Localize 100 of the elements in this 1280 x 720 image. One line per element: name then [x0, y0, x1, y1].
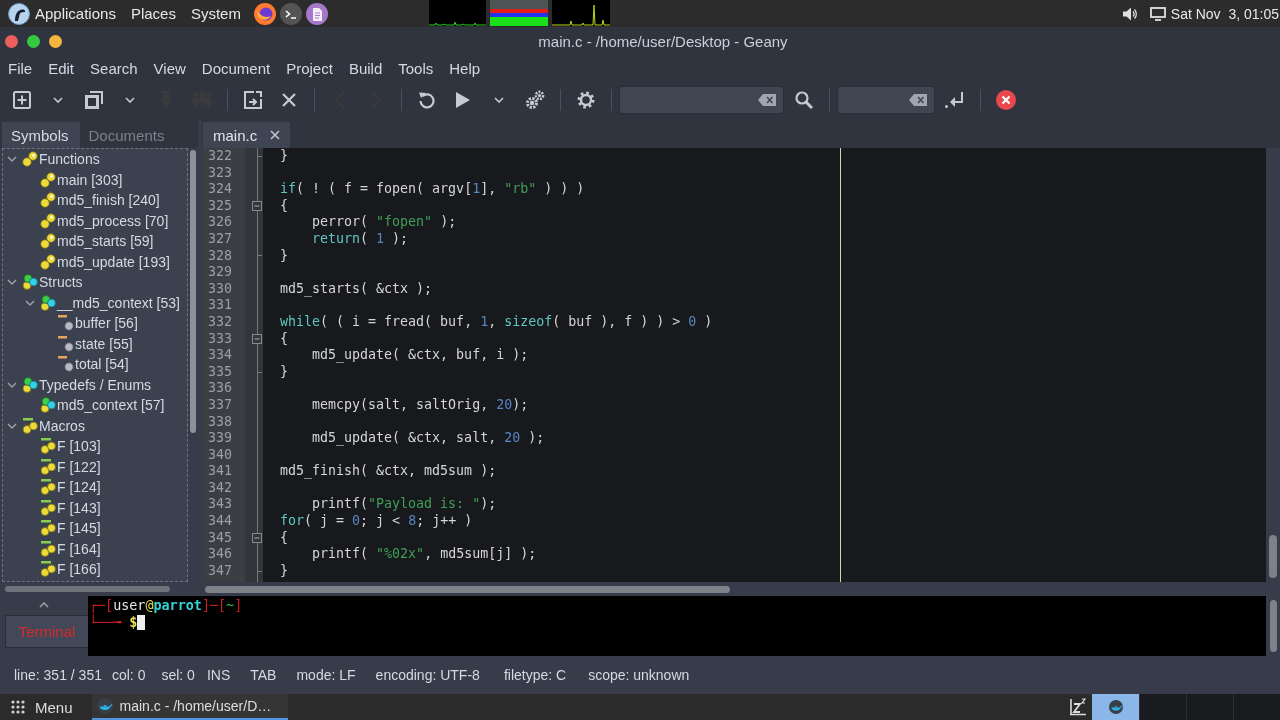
plus-square-icon[interactable]	[13, 91, 31, 109]
volume-icon[interactable]	[1122, 6, 1138, 21]
status-text: mode: LF	[296, 667, 356, 683]
macro-symbol-icon	[40, 520, 56, 537]
chevron-down-icon[interactable]	[25, 299, 35, 306]
tree-item[interactable]: state [55]	[58, 335, 133, 352]
caret-icon[interactable]	[494, 97, 504, 103]
terminal-panel[interactable]: ┌─[user@parrot]─[~] └──╼ $	[88, 596, 1266, 656]
bird-logo-icon[interactable]	[8, 2, 30, 25]
tree-item[interactable]: Functions	[22, 151, 100, 168]
code-line: while( ( i = fread( buf, 1, sizeof( buf ), f ) ) > 0 )	[280, 313, 713, 331]
terminal-icon[interactable]	[279, 2, 302, 25]
globe-icon[interactable]	[253, 2, 276, 25]
tree-item[interactable]: F [124]	[40, 479, 101, 496]
symbol-tree[interactable]	[2, 148, 188, 582]
tree-item[interactable]: F [103]	[40, 438, 101, 455]
lamp-icon	[1109, 700, 1123, 714]
panel-menu[interactable]: System	[190, 5, 241, 22]
tree-item[interactable]: Typedefs / Enums	[22, 376, 152, 393]
tree-item[interactable]: md5_starts [59]	[40, 233, 154, 250]
sleep-icon[interactable]	[1069, 698, 1087, 716]
scrollbar-thumb[interactable]	[1269, 600, 1277, 652]
close-circle-icon[interactable]	[996, 90, 1016, 110]
menu-item[interactable]: Document	[193, 57, 279, 79]
scrollbar-thumb[interactable]	[1269, 535, 1277, 578]
tree-item[interactable]: md5_update [193]	[40, 253, 170, 270]
menu-item[interactable]: File	[0, 57, 41, 79]
code-line: }	[280, 562, 288, 580]
line-number: 338	[207, 413, 232, 431]
scrollbar-thumb[interactable]	[205, 585, 730, 593]
tree-item[interactable]: main [303]	[40, 171, 123, 188]
menu-item[interactable]: Tools	[390, 57, 442, 79]
pages-icon[interactable]	[85, 91, 103, 109]
scrollbar-thumb[interactable]	[190, 150, 196, 433]
tab[interactable]: main.c	[203, 122, 291, 148]
menu-item[interactable]: Build	[340, 57, 391, 79]
clear-icon[interactable]	[909, 94, 927, 106]
tree-item[interactable]: buffer [56]	[58, 315, 138, 332]
tree-item[interactable]: Structs	[22, 274, 83, 291]
input-field[interactable]	[619, 86, 784, 114]
menu-item[interactable]: Project	[278, 57, 341, 79]
chevron-down-icon[interactable]	[7, 381, 17, 388]
tree-item[interactable]: md5_context [57]	[40, 397, 165, 414]
panel-menu[interactable]: Applications	[35, 5, 116, 22]
search-icon[interactable]	[795, 91, 813, 109]
tree-item[interactable]: F [164]	[40, 540, 101, 557]
close-icon[interactable]	[282, 93, 296, 107]
caret-icon[interactable]	[53, 97, 63, 103]
document-arrow-icon[interactable]	[244, 91, 262, 109]
tree-item[interactable]: F [166]	[40, 561, 101, 578]
tree-item[interactable]: total [54]	[58, 356, 129, 373]
collapse-icon[interactable]	[252, 333, 262, 344]
maximize-button[interactable]	[27, 35, 40, 48]
input-field[interactable]	[837, 86, 935, 114]
line-number: 341	[207, 463, 232, 480]
menu-item[interactable]: Help	[441, 57, 489, 79]
menu-button[interactable]: Menu	[0, 694, 81, 720]
return-arrow-icon[interactable]	[945, 91, 965, 109]
chevron-down-icon[interactable]	[7, 156, 17, 163]
grid-icon[interactable]	[11, 700, 25, 714]
status-text: line: 351 / 351	[14, 667, 102, 683]
play-icon[interactable]	[456, 92, 470, 108]
status-text: filetype: C	[503, 667, 567, 683]
tree-item[interactable]: F [145]	[40, 520, 101, 537]
close-button[interactable]	[5, 35, 18, 48]
collapse-icon[interactable]	[252, 201, 262, 212]
clear-icon[interactable]	[758, 94, 776, 106]
tree-item[interactable]: Macros	[22, 417, 85, 434]
caret-icon[interactable]	[125, 97, 135, 103]
tree-item[interactable]: F [143]	[40, 499, 101, 516]
menu-item[interactable]: View	[145, 57, 194, 79]
chevron-down-icon[interactable]	[7, 279, 17, 286]
chevron-down-icon[interactable]	[7, 422, 17, 429]
close-icon[interactable]	[270, 130, 281, 140]
code-line: md5_update( &ctx, buf, i );	[311, 347, 529, 364]
function-symbol-icon	[40, 253, 56, 270]
settings-icon[interactable]	[576, 90, 596, 110]
tree-item[interactable]: md5_finish [240]	[40, 192, 160, 209]
menu-item[interactable]: Edit	[40, 57, 83, 79]
gears-icon[interactable]	[525, 90, 545, 110]
function-symbol-icon	[40, 171, 56, 188]
collapse-icon[interactable]	[252, 532, 262, 543]
caret-icon[interactable]	[39, 602, 49, 608]
tree-item[interactable]: F [122]	[40, 458, 101, 475]
minimize-button[interactable]	[49, 35, 62, 48]
scrollbar-thumb[interactable]	[5, 586, 170, 592]
panel-menu[interactable]: Places	[130, 5, 176, 22]
terminal-line: ┌─[user@parrot]─[~]	[89, 597, 243, 614]
tree-item[interactable]: __md5_context [53]	[40, 294, 180, 311]
line-number: 331	[207, 297, 232, 314]
task-button[interactable]: main.c - /home/user/D…	[91, 694, 288, 720]
tab[interactable]: Symbols	[2, 122, 80, 148]
status-text: sel: 0	[161, 667, 195, 683]
menu-item[interactable]: Search	[82, 57, 146, 79]
clock[interactable]: Sat Nov 3, 01:05	[1170, 5, 1279, 22]
refresh-icon[interactable]	[418, 91, 436, 109]
workspace-button[interactable]	[1092, 694, 1139, 720]
monitor-icon[interactable]	[1149, 6, 1166, 21]
tree-item[interactable]: md5_process [70]	[40, 212, 169, 229]
document-icon[interactable]	[305, 2, 328, 25]
